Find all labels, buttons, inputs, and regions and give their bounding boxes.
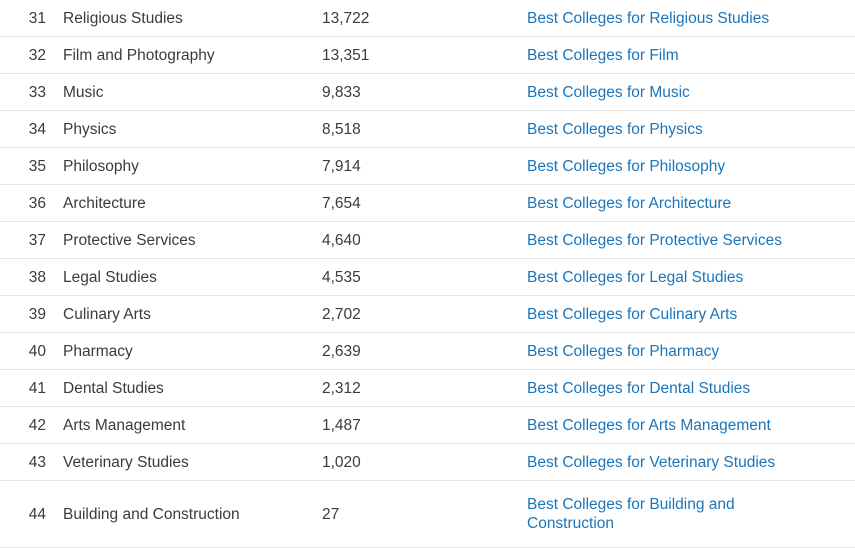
- cell-best-colleges-link: Best Colleges for Physics: [527, 111, 855, 148]
- cell-degree-count: 13,722: [322, 9, 370, 27]
- table-row: 31 Religious Studies 13,722 Best Colleges f…: [0, 0, 855, 37]
- cell-rank: 33: [28, 83, 46, 101]
- table-row: 32 Film and Photography 13,351 Best College…: [0, 37, 855, 74]
- cell-degree-count: 1,020: [322, 453, 361, 471]
- cell-degree-count: 27: [322, 505, 340, 523]
- cell-best-colleges-link: Best Colleges for Veterinary Studies: [527, 444, 855, 481]
- cell-degree-count: 2,702: [322, 305, 361, 323]
- cell-degree-count: 2,639: [322, 342, 361, 360]
- cell-best-colleges-link: Best Colleges for Dental Studies: [527, 370, 855, 407]
- cell-rank: 41: [28, 379, 46, 397]
- cell-major-name: Music: [63, 83, 104, 101]
- cell-rank: 42: [28, 416, 46, 434]
- cell-best-colleges-link: Best Colleges for Architecture: [527, 185, 855, 222]
- cell-best-colleges-link: Best Colleges for Religious Studies: [527, 0, 855, 37]
- cell-rank: 36: [28, 194, 46, 212]
- cell-major-name: Philosophy: [63, 157, 139, 175]
- table-row: 33 Music 9,833 Best Colleges for Music: [0, 74, 855, 111]
- cell-rank: 31: [28, 9, 46, 27]
- cell-best-colleges-link: Best Colleges for Protective Services: [527, 222, 855, 259]
- cell-degree-count: 7,914: [322, 157, 361, 175]
- best-colleges-link[interactable]: Best Colleges for Protective Services: [527, 231, 782, 250]
- cell-major-name: Arts Management: [63, 416, 186, 434]
- cell-major-name: Building and Construction: [63, 505, 240, 523]
- cell-major-name: Dental Studies: [63, 379, 164, 397]
- best-colleges-link[interactable]: Best Colleges for Building and Construct…: [527, 495, 777, 533]
- cell-rank: 39: [28, 305, 46, 323]
- cell-degree-count: 4,535: [322, 268, 361, 286]
- best-colleges-link[interactable]: Best Colleges for Arts Management: [527, 416, 771, 435]
- cell-degree-count: 7,654: [322, 194, 361, 212]
- table-row: 38 Legal Studies 4,535 Best Colleges for Le…: [0, 259, 855, 296]
- table-row: 40 Pharmacy 2,639 Best Colleges for Pharmac…: [0, 333, 855, 370]
- cell-best-colleges-link: Best Colleges for Philosophy: [527, 148, 855, 185]
- cell-degree-count: 2,312: [322, 379, 361, 397]
- best-colleges-link[interactable]: Best Colleges for Physics: [527, 120, 703, 139]
- best-colleges-link[interactable]: Best Colleges for Philosophy: [527, 157, 725, 176]
- best-colleges-link[interactable]: Best Colleges for Music: [527, 83, 690, 102]
- cell-major-name: Pharmacy: [63, 342, 133, 360]
- table-row: 36 Architecture 7,654 Best Colleges for Arc…: [0, 185, 855, 222]
- cell-degree-count: 8,518: [322, 120, 361, 138]
- best-colleges-link[interactable]: Best Colleges for Pharmacy: [527, 342, 719, 361]
- best-colleges-link[interactable]: Best Colleges for Film: [527, 46, 679, 65]
- cell-degree-count: 13,351: [322, 46, 370, 64]
- table-row: 41 Dental Studies 2,312 Best Colleges for D…: [0, 370, 855, 407]
- cell-major-name: Physics: [63, 120, 117, 138]
- cell-rank: 32: [28, 46, 46, 64]
- table-row: 43 Veterinary Studies 1,020 Best Colleges f…: [0, 444, 855, 481]
- cell-rank: 43: [28, 453, 46, 471]
- cell-best-colleges-link: Best Colleges for Pharmacy: [527, 333, 855, 370]
- cell-rank: 37: [28, 231, 46, 249]
- table-row: 34 Physics 8,518 Best Colleges for Physics: [0, 111, 855, 148]
- best-colleges-link[interactable]: Best Colleges for Legal Studies: [527, 268, 743, 287]
- cell-major-name: Legal Studies: [63, 268, 157, 286]
- cell-degree-count: 9,833: [322, 83, 361, 101]
- table-row: 44 Building and Construction 27 Best Colleg…: [0, 481, 855, 548]
- cell-major-name: Culinary Arts: [63, 305, 151, 323]
- majors-table-body: 31 Religious Studies 13,722 Best Colleges f…: [0, 0, 855, 548]
- cell-rank: 38: [28, 268, 46, 286]
- table-row: 39 Culinary Arts 2,702 Best Colleges for Cu…: [0, 296, 855, 333]
- cell-major-name: Film and Photography: [63, 46, 215, 64]
- cell-best-colleges-link: Best Colleges for Music: [527, 74, 855, 111]
- cell-best-colleges-link: Best Colleges for Building and Construct…: [527, 481, 855, 548]
- cell-rank: 44: [28, 505, 46, 523]
- cell-major-name: Protective Services: [63, 231, 196, 249]
- table-row: 35 Philosophy 7,914 Best Colleges for Philo…: [0, 148, 855, 185]
- cell-major-name: Architecture: [63, 194, 146, 212]
- table-row: 42 Arts Management 1,487 Best Colleges for …: [0, 407, 855, 444]
- cell-degree-count: 1,487: [322, 416, 361, 434]
- cell-rank: 40: [28, 342, 46, 360]
- cell-major-name: Religious Studies: [63, 9, 183, 27]
- cell-best-colleges-link: Best Colleges for Arts Management: [527, 407, 855, 444]
- best-colleges-link[interactable]: Best Colleges for Veterinary Studies: [527, 453, 775, 472]
- best-colleges-link[interactable]: Best Colleges for Architecture: [527, 194, 731, 213]
- cell-degree-count: 4,640: [322, 231, 361, 249]
- best-colleges-link[interactable]: Best Colleges for Dental Studies: [527, 379, 750, 398]
- cell-major-name: Veterinary Studies: [63, 453, 189, 471]
- cell-best-colleges-link: Best Colleges for Culinary Arts: [527, 296, 855, 333]
- majors-ranking-table: 31 Religious Studies 13,722 Best Colleges f…: [0, 0, 855, 548]
- best-colleges-link[interactable]: Best Colleges for Religious Studies: [527, 9, 769, 28]
- cell-rank: 35: [28, 157, 46, 175]
- table-row: 37 Protective Services 4,640 Best Colleges …: [0, 222, 855, 259]
- cell-rank: 34: [28, 120, 46, 138]
- cell-best-colleges-link: Best Colleges for Legal Studies: [527, 259, 855, 296]
- cell-best-colleges-link: Best Colleges for Film: [527, 37, 855, 74]
- best-colleges-link[interactable]: Best Colleges for Culinary Arts: [527, 305, 737, 324]
